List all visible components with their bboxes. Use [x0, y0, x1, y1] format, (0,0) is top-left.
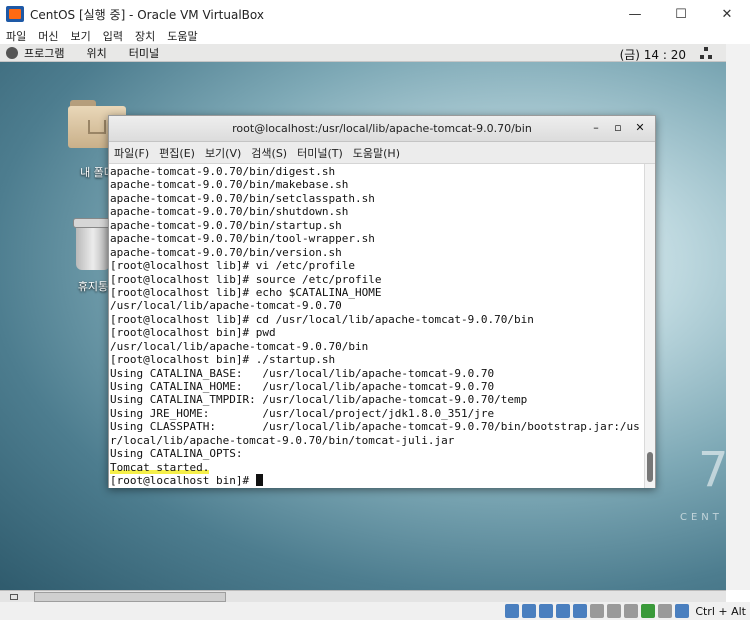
- tomcat-started-text: Tomcat started.: [110, 460, 210, 474]
- gnome-top-panel: 프로그램 위치 터미널 (금) 14 : 20: [0, 44, 726, 62]
- terminal-line-highlighted: Tomcat started.: [110, 460, 645, 474]
- terminal-window-controls: – ▫ ✕: [585, 121, 651, 134]
- maximize-button[interactable]: ☐: [658, 0, 704, 28]
- panel-menu-applications[interactable]: 프로그램: [24, 45, 64, 61]
- terminal-line: /usr/local/lib/apache-tomcat-9.0.70: [110, 299, 342, 313]
- host-titlebar: CentOS [실행 중] - Oracle VM VirtualBox — ☐…: [0, 0, 750, 28]
- guest-desktop: 프로그램 위치 터미널 (금) 14 : 20 내 폴더 휴지통 7 CENT …: [0, 44, 726, 590]
- terminal-minimize-button[interactable]: –: [585, 121, 607, 134]
- terminal-line: apache-tomcat-9.0.70/bin/version.sh: [110, 245, 342, 259]
- terminal-prompt-line[interactable]: [root@localhost bin]#: [110, 474, 645, 487]
- network-adapter-icon[interactable]: [556, 604, 571, 618]
- terminal-window[interactable]: root@localhost:/usr/local/lib/apache-tom…: [108, 115, 656, 488]
- window-controls: — ☐ ✕: [612, 0, 750, 28]
- show-desktop-icon[interactable]: [10, 594, 18, 600]
- close-button[interactable]: ✕: [704, 0, 750, 28]
- terminal-line: Using CATALINA_HOME: /usr/local/lib/apac…: [110, 380, 495, 393]
- terminal-line: [root@localhost bin]# pwd: [110, 326, 276, 340]
- panel-clock[interactable]: (금) 14 : 20: [620, 46, 686, 63]
- terminal-close-button[interactable]: ✕: [629, 121, 651, 134]
- host-key-label: Ctrl + Alt: [695, 604, 746, 618]
- gnome-bottom-panel: [0, 590, 726, 602]
- terminal-menu-help[interactable]: 도움말(H): [353, 145, 400, 161]
- vbox-menu-input[interactable]: 입력: [103, 28, 123, 44]
- vbox-menubar: 파일 머신 보기 입력 장치 도움말: [0, 28, 750, 44]
- host-window-title: CentOS [실행 중] - Oracle VM VirtualBox: [30, 7, 264, 22]
- vbox-status-bar: Ctrl + Alt: [0, 602, 750, 620]
- vbox-menu-machine[interactable]: 머신: [38, 28, 58, 44]
- panel-menu-places[interactable]: 위치: [86, 45, 106, 61]
- centos-logo-number: 7: [698, 442, 726, 498]
- terminal-menu-edit[interactable]: 편집(E): [159, 145, 195, 161]
- terminal-line: apache-tomcat-9.0.70/bin/shutdown.sh: [110, 205, 349, 219]
- vbox-menu-file[interactable]: 파일: [6, 28, 26, 44]
- panel-menu-terminal[interactable]: 터미널: [129, 45, 159, 61]
- terminal-menu-terminal[interactable]: 터미널(T): [297, 145, 343, 161]
- centos-logo-text: CENT: [680, 512, 723, 523]
- network-icon[interactable]: [700, 47, 712, 59]
- host-window-margin: [726, 44, 750, 590]
- terminal-menu-view[interactable]: 보기(V): [205, 145, 241, 161]
- cpu-activity-icon[interactable]: [641, 604, 656, 618]
- terminal-line: Using CLASSPATH: /usr/local/lib/apache-t…: [110, 420, 640, 434]
- applications-icon: [6, 46, 18, 59]
- display-icon[interactable]: [607, 604, 622, 618]
- shared-folders-icon[interactable]: [590, 604, 605, 618]
- keyboard-capture-icon[interactable]: [675, 604, 690, 618]
- usb-icon[interactable]: [573, 604, 588, 618]
- vbox-menu-help[interactable]: 도움말: [167, 28, 197, 44]
- terminal-menu-file[interactable]: 파일(F): [114, 145, 149, 161]
- terminal-menu-search[interactable]: 검색(S): [251, 145, 287, 161]
- audio-icon[interactable]: [539, 604, 554, 618]
- terminal-scrollbar-thumb[interactable]: [647, 452, 653, 482]
- terminal-line: [root@localhost lib]# cd /usr/local/lib/…: [110, 312, 534, 326]
- terminal-line: [root@localhost lib]# source /etc/profil…: [110, 272, 382, 286]
- terminal-cursor: [255, 474, 263, 487]
- optical-drive-icon[interactable]: [522, 604, 537, 618]
- terminal-line: r/local/lib/apache-tomcat-9.0.70/bin/tom…: [110, 433, 455, 447]
- terminal-titlebar[interactable]: root@localhost:/usr/local/lib/apache-tom…: [109, 116, 655, 142]
- terminal-line: [root@localhost bin]# ./startup.sh: [110, 353, 336, 367]
- virtualbox-icon: [6, 6, 24, 22]
- terminal-scrollbar[interactable]: [644, 164, 655, 488]
- trash-icon: [73, 218, 115, 270]
- terminal-line: Using CATALINA_BASE: /usr/local/lib/apac…: [110, 366, 495, 380]
- vbox-menu-devices[interactable]: 장치: [135, 28, 155, 44]
- minimize-button[interactable]: —: [612, 0, 658, 28]
- terminal-line: Using CATALINA_OPTS:: [110, 447, 243, 461]
- vbox-menu-view[interactable]: 보기: [71, 28, 91, 44]
- terminal-line: apache-tomcat-9.0.70/bin/digest.sh: [110, 165, 336, 178]
- terminal-prompt: [root@localhost bin]#: [110, 474, 256, 488]
- terminal-line: [root@localhost lib]# echo $CATALINA_HOM…: [110, 285, 382, 299]
- terminal-line: Using CATALINA_TMPDIR: /usr/local/lib/ap…: [110, 393, 528, 407]
- terminal-title: root@localhost:/usr/local/lib/apache-tom…: [232, 122, 532, 135]
- terminal-line: apache-tomcat-9.0.70/bin/setclasspath.sh: [110, 191, 375, 205]
- terminal-line: apache-tomcat-9.0.70/bin/startup.sh: [110, 218, 342, 232]
- terminal-line: [root@localhost lib]# vi /etc/profile: [110, 259, 356, 273]
- terminal-output[interactable]: apache-tomcat-9.0.70/bin/digest.sh apach…: [109, 164, 645, 488]
- terminal-line: Using JRE_HOME: /usr/local/project/jdk1.…: [110, 406, 495, 420]
- terminal-menubar: 파일(F) 편집(E) 보기(V) 검색(S) 터미널(T) 도움말(H): [109, 142, 655, 164]
- mouse-integration-icon[interactable]: [658, 604, 673, 618]
- terminal-line: apache-tomcat-9.0.70/bin/tool-wrapper.sh: [110, 232, 375, 246]
- hard-disk-icon[interactable]: [505, 604, 520, 618]
- video-capture-icon[interactable]: [624, 604, 639, 618]
- terminal-maximize-button[interactable]: ▫: [607, 121, 629, 134]
- terminal-line: /usr/local/lib/apache-tomcat-9.0.70/bin: [110, 339, 369, 353]
- taskbar-terminal-item[interactable]: [34, 592, 226, 602]
- terminal-line: apache-tomcat-9.0.70/bin/makebase.sh: [110, 178, 349, 192]
